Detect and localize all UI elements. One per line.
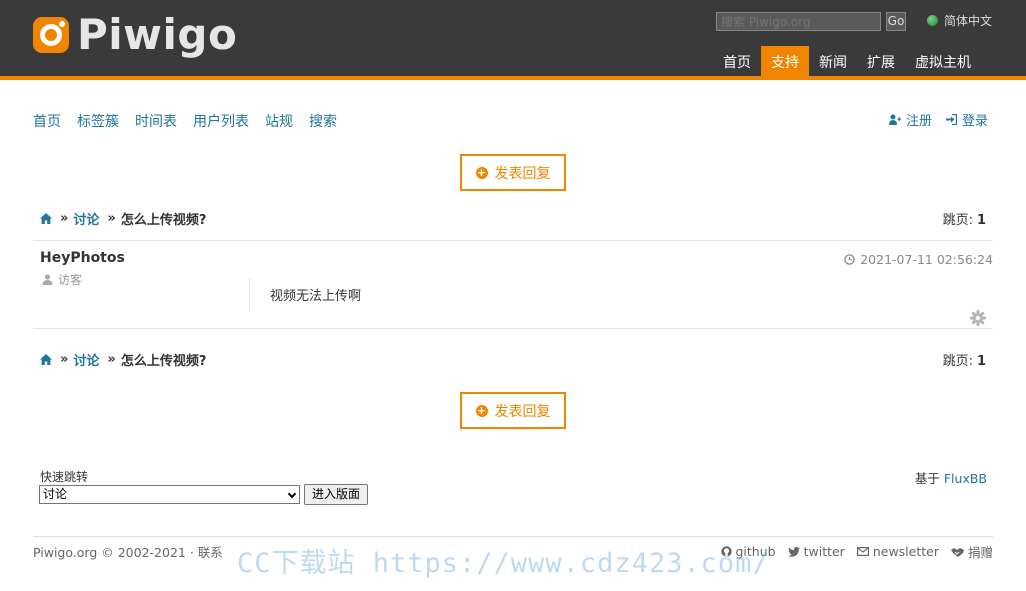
post-reply-label: 发表回复 bbox=[494, 403, 551, 420]
post-column-divider bbox=[249, 278, 250, 310]
post-reply-label: 发表回复 bbox=[494, 165, 551, 182]
breadcrumb-topic: 怎么上传视频? bbox=[120, 354, 207, 369]
github-label: github bbox=[735, 544, 776, 559]
register-link[interactable]: 注册 bbox=[888, 110, 932, 129]
newsletter-link[interactable]: newsletter bbox=[856, 542, 939, 561]
copyright-text: Piwigo.org © 2002-2021 · bbox=[33, 545, 194, 560]
logo-text: Piwigo bbox=[77, 10, 238, 59]
footer-copyright: Piwigo.org © 2002-2021 · 联系 bbox=[33, 542, 223, 561]
pagination-current-page: 1 bbox=[976, 354, 986, 369]
post-reply-button-bottom[interactable]: + 发表回复 bbox=[460, 392, 566, 429]
breadcrumb-topic: 怎么上传视频? bbox=[120, 213, 207, 228]
breadcrumb-separator: » bbox=[107, 211, 116, 226]
language-label: 简体中文 bbox=[944, 14, 993, 28]
add-user-icon bbox=[888, 114, 901, 125]
quick-jump-label: 快速跳转 bbox=[40, 470, 89, 484]
breadcrumb-top: » 讨论 » 怎么上传视频? bbox=[40, 209, 206, 228]
pagination-label: 跳页: bbox=[942, 354, 973, 369]
contact-link[interactable]: 联系 bbox=[198, 545, 223, 560]
breadcrumb-separator: » bbox=[60, 352, 69, 367]
forum-nav-tags[interactable]: 标签簇 bbox=[77, 111, 119, 131]
forum-nav-timeline[interactable]: 时间表 bbox=[135, 111, 177, 131]
site-watermark: CC下载站 https://www.cdz423.com/ bbox=[237, 548, 770, 579]
register-label: 注册 bbox=[905, 114, 932, 129]
twitter-link[interactable]: twitter bbox=[787, 542, 845, 561]
home-icon[interactable] bbox=[40, 213, 52, 224]
search-go-button[interactable]: Go bbox=[886, 12, 906, 31]
breadcrumb-separator: » bbox=[107, 352, 116, 367]
quick-jump-go-button[interactable]: 进入版面 bbox=[304, 484, 368, 505]
post-body: 视频无法上传啊 bbox=[270, 289, 362, 304]
pagination-current-page: 1 bbox=[976, 213, 986, 228]
home-icon[interactable] bbox=[40, 354, 52, 365]
twitter-icon bbox=[787, 546, 800, 557]
forum-nav-home[interactable]: 首页 bbox=[33, 111, 61, 131]
language-selector[interactable]: 简体中文 bbox=[927, 12, 992, 29]
post-reply-button-top[interactable]: + 发表回复 bbox=[460, 154, 566, 191]
post-timestamp-text: 2021-07-11 02:56:24 bbox=[860, 252, 993, 267]
envelope-icon bbox=[856, 547, 869, 556]
forum-nav-search[interactable]: 搜索 bbox=[309, 111, 337, 131]
pagination-bottom: 跳页: 1 bbox=[943, 350, 986, 369]
donate-link[interactable]: 捐赠 bbox=[950, 542, 993, 561]
github-link[interactable]: github bbox=[720, 542, 776, 561]
breadcrumb-separator: » bbox=[60, 211, 69, 226]
newsletter-label: newsletter bbox=[872, 544, 939, 559]
plus-circle-icon: + bbox=[475, 165, 488, 179]
powered-by-prefix: 基于 bbox=[914, 471, 940, 486]
forum-nav-userlist[interactable]: 用户列表 bbox=[193, 111, 249, 131]
chevron-down-icon bbox=[287, 489, 297, 499]
post-author-role: 访客 bbox=[42, 271, 82, 288]
main-nav: 首页 支持 新闻 扩展 虚拟主机 bbox=[713, 46, 981, 80]
main-nav-extensions[interactable]: 扩展 bbox=[857, 46, 905, 80]
search-input[interactable] bbox=[716, 12, 881, 31]
post-timestamp[interactable]: 2021-07-11 02:56:24 bbox=[844, 252, 993, 267]
pagination-top: 跳页: 1 bbox=[943, 209, 986, 228]
main-nav-support[interactable]: 支持 bbox=[761, 46, 809, 80]
donate-label: 捐赠 bbox=[967, 545, 993, 560]
fluxbb-link[interactable]: FluxBB bbox=[944, 471, 987, 486]
footer-divider bbox=[33, 536, 993, 537]
piwigo-logo-icon bbox=[33, 17, 69, 53]
main-nav-news[interactable]: 新闻 bbox=[809, 46, 857, 80]
site-header: Piwigo Go 简体中文 首页 支持 新闻 扩展 虚拟主机 bbox=[0, 0, 1026, 80]
login-label: 登录 bbox=[961, 114, 988, 129]
handshake-icon bbox=[950, 547, 964, 557]
breadcrumb-forum-link[interactable]: 讨论 bbox=[73, 209, 99, 228]
auth-links: 注册 登录 bbox=[875, 110, 988, 129]
sign-in-icon bbox=[945, 114, 957, 125]
powered-by: 基于 FluxBB bbox=[915, 468, 987, 487]
twitter-label: twitter bbox=[803, 544, 845, 559]
post-author-role-label: 访客 bbox=[58, 273, 83, 287]
github-icon bbox=[720, 546, 732, 557]
gear-icon[interactable] bbox=[970, 310, 986, 326]
clock-icon bbox=[844, 254, 855, 265]
forum-nav: 首页 标签簇 时间表 用户列表 站规 搜索 bbox=[33, 111, 353, 131]
breadcrumb-bottom: » 讨论 » 怎么上传视频? bbox=[40, 350, 206, 369]
pagination-label: 跳页: bbox=[942, 213, 973, 228]
divider bbox=[33, 240, 993, 241]
quick-jump-select[interactable]: 讨论 bbox=[39, 485, 300, 504]
post-author[interactable]: HeyPhotos bbox=[40, 250, 125, 266]
divider bbox=[33, 328, 993, 329]
plus-circle-icon: + bbox=[475, 403, 488, 417]
breadcrumb-forum-link[interactable]: 讨论 bbox=[73, 350, 99, 369]
globe-icon bbox=[927, 15, 938, 26]
main-nav-hosting[interactable]: 虚拟主机 bbox=[905, 46, 981, 80]
main-nav-home[interactable]: 首页 bbox=[713, 46, 761, 80]
login-link[interactable]: 登录 bbox=[945, 110, 988, 129]
piwigo-logo[interactable]: Piwigo bbox=[33, 14, 237, 56]
forum-nav-rules[interactable]: 站规 bbox=[265, 111, 293, 131]
footer-social-links: github twitter newsletter 捐赠 bbox=[709, 542, 993, 561]
user-icon bbox=[42, 274, 53, 285]
quick-jump-selected: 讨论 bbox=[43, 487, 68, 501]
